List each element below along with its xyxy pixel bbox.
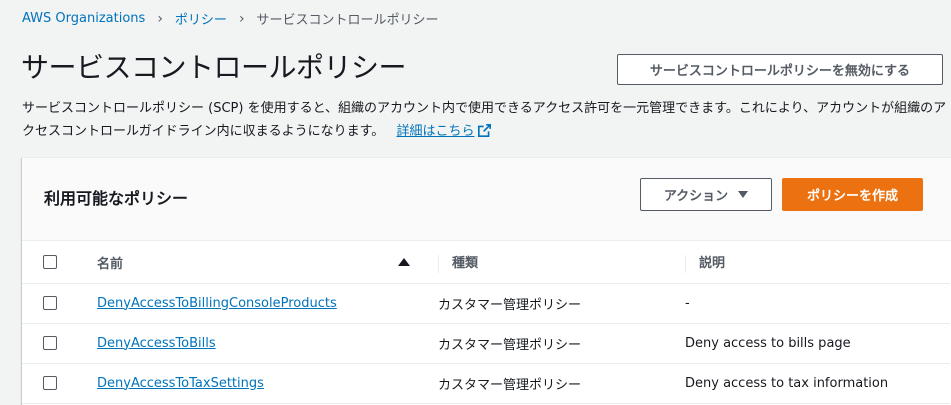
create-policy-button[interactable]: ポリシーを作成: [782, 178, 923, 211]
column-type-label: 種類: [452, 256, 479, 271]
chevron-right-icon: ›: [157, 10, 163, 27]
table-row[interactable]: DenyAccessToBills カスタマー管理ポリシー Deny acces…: [22, 323, 950, 364]
row-description-cell: Deny access to bills page: [665, 323, 950, 364]
row-select-cell: [22, 323, 97, 364]
row-select-cell: [22, 283, 97, 324]
row-description-cell: Deny access to tax information: [665, 363, 950, 404]
actions-label: アクション: [663, 188, 729, 203]
row-select-cell: [22, 363, 97, 404]
column-header-name[interactable]: 名前: [97, 242, 430, 284]
row-description-cell: -: [665, 283, 950, 324]
external-link-icon: [478, 122, 492, 145]
column-description-label: 説明: [699, 256, 726, 271]
row-name-cell: DenyAccessToTaxSettings: [97, 363, 430, 404]
row-type-cell: カスタマー管理ポリシー: [430, 363, 665, 404]
learn-more-label: 詳細はこちら: [396, 124, 475, 139]
policies-table: 名前 種類 説明 DenyAccessToBillingConsoleProdu…: [22, 242, 950, 404]
row-type-cell: カスタマー管理ポリシー: [430, 283, 665, 324]
panel-title: 利用可能なポリシー: [44, 189, 189, 208]
learn-more-link[interactable]: 詳細はこちら: [396, 124, 492, 139]
available-policies-panel: 利用可能なポリシー アクション ポリシーを作成 名前 種類 説明 DenyAcc…: [22, 157, 951, 405]
breadcrumb-current: サービスコントロールポリシー: [256, 13, 439, 28]
row-type-cell: カスタマー管理ポリシー: [430, 323, 665, 364]
chevron-right-icon: ›: [238, 10, 245, 27]
column-divider: [685, 254, 686, 273]
table-row[interactable]: DenyAccessToBillingConsoleProducts カスタマー…: [22, 283, 950, 324]
policy-name-link[interactable]: DenyAccessToBillingConsoleProducts: [97, 296, 337, 311]
table-row[interactable]: DenyAccessToTaxSettings カスタマー管理ポリシー Deny…: [22, 363, 950, 404]
page-description: サービスコントロールポリシー (SCP) を使用すると、組織のアカウント内で使用…: [22, 97, 947, 145]
panel-header: 利用可能なポリシー アクション ポリシーを作成: [22, 158, 951, 241]
breadcrumb-aws-organizations[interactable]: AWS Organizations: [22, 11, 145, 26]
column-divider: [438, 254, 439, 273]
column-name-label: 名前: [97, 256, 124, 272]
disable-scp-button[interactable]: サービスコントロールポリシーを無効にする: [617, 54, 943, 85]
row-name-cell: DenyAccessToBillingConsoleProducts: [97, 283, 430, 324]
column-header-description[interactable]: 説明: [665, 242, 950, 284]
select-all-checkbox[interactable]: [43, 255, 57, 270]
actions-dropdown-button[interactable]: アクション: [640, 178, 772, 211]
breadcrumb: AWS Organizations › ポリシー › サービスコントロールポリシ…: [22, 9, 439, 29]
caret-down-icon: [738, 191, 749, 198]
select-all-cell: [22, 242, 97, 284]
row-checkbox[interactable]: [43, 296, 57, 310]
page-title: サービスコントロールポリシー: [21, 51, 407, 84]
policy-name-link[interactable]: DenyAccessToBills: [97, 336, 216, 351]
policy-name-link[interactable]: DenyAccessToTaxSettings: [97, 376, 264, 391]
name-header-inner: 名前: [97, 253, 430, 272]
breadcrumb-policies[interactable]: ポリシー: [175, 9, 227, 28]
sort-ascending-icon[interactable]: [398, 258, 410, 267]
table-header-row: 名前 種類 説明: [22, 242, 950, 284]
column-header-type[interactable]: 種類: [430, 242, 665, 284]
row-checkbox[interactable]: [43, 376, 57, 390]
row-checkbox[interactable]: [43, 336, 57, 350]
row-name-cell: DenyAccessToBills: [97, 323, 430, 364]
